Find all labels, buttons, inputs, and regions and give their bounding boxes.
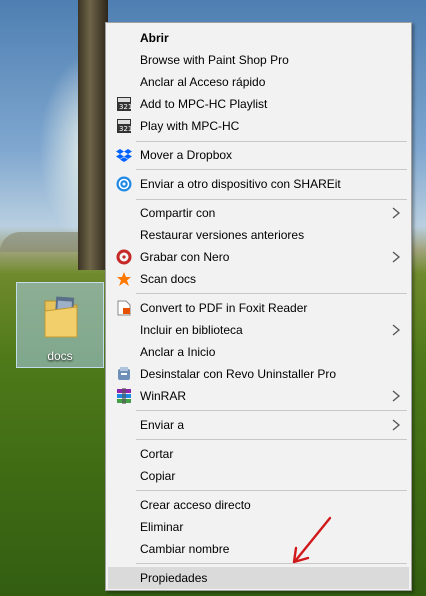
menu-item-scan-docs[interactable]: Scan docs: [108, 268, 409, 290]
menu-item-label: Crear acceso directo: [140, 498, 251, 512]
menu-separator: [136, 439, 407, 440]
menu-separator: [136, 410, 407, 411]
menu-item-compartir-con[interactable]: Compartir con: [108, 202, 409, 224]
menu-item-label: Incluir en biblioteca: [140, 323, 243, 337]
menu-item-label: Convert to PDF in Foxit Reader: [140, 301, 308, 315]
svg-text:321: 321: [119, 103, 132, 111]
folder-label: docs: [47, 349, 73, 363]
menu-item-browse-paint-shop-pro[interactable]: Browse with Paint Shop Pro: [108, 49, 409, 71]
menu-item-label: Anclar a Inicio: [140, 345, 216, 359]
avast-icon: [116, 271, 132, 287]
menu-separator: [136, 490, 407, 491]
mpc-hc-icon: 321: [116, 118, 132, 134]
menu-item-grabar-nero[interactable]: Grabar con Nero: [108, 246, 409, 268]
foxit-icon: [116, 300, 132, 316]
menu-item-enviar-a[interactable]: Enviar a: [108, 414, 409, 436]
menu-item-label: Desinstalar con Revo Uninstaller Pro: [140, 367, 337, 381]
menu-item-propiedades[interactable]: Propiedades: [108, 567, 409, 589]
chevron-right-icon: [392, 419, 401, 431]
menu-item-eliminar[interactable]: Eliminar: [108, 516, 409, 538]
menu-item-play-mpc-hc[interactable]: 321 Play with MPC-HC: [108, 115, 409, 137]
menu-item-convert-pdf-foxit[interactable]: Convert to PDF in Foxit Reader: [108, 297, 409, 319]
menu-item-label: Eliminar: [140, 520, 184, 534]
menu-item-restaurar-versiones[interactable]: Restaurar versiones anteriores: [108, 224, 409, 246]
menu-item-label: Compartir con: [140, 206, 216, 220]
menu-item-label: Anclar al Acceso rápido: [140, 75, 266, 89]
menu-item-crear-acceso-directo[interactable]: Crear acceso directo: [108, 494, 409, 516]
menu-item-label: Abrir: [140, 31, 169, 45]
menu-item-desinstalar-revo[interactable]: Desinstalar con Revo Uninstaller Pro: [108, 363, 409, 385]
svg-text:321: 321: [119, 125, 132, 133]
menu-separator: [136, 199, 407, 200]
mpc-hc-icon: 321: [116, 96, 132, 112]
menu-item-anclar-acceso-rapido[interactable]: Anclar al Acceso rápido: [108, 71, 409, 93]
menu-item-incluir-biblioteca[interactable]: Incluir en biblioteca: [108, 319, 409, 341]
menu-item-mover-dropbox[interactable]: Mover a Dropbox: [108, 144, 409, 166]
menu-item-abrir[interactable]: Abrir: [108, 27, 409, 49]
menu-separator: [136, 141, 407, 142]
menu-item-enviar-shareit[interactable]: Enviar a otro dispositivo con SHAREit: [108, 173, 409, 195]
menu-item-label: Copiar: [140, 469, 176, 483]
dropbox-icon: [116, 147, 132, 163]
shareit-icon: [116, 176, 132, 192]
menu-item-label: WinRAR: [140, 389, 187, 403]
menu-item-label: Propiedades: [140, 571, 208, 585]
menu-item-cortar[interactable]: Cortar: [108, 443, 409, 465]
menu-separator: [136, 293, 407, 294]
chevron-right-icon: [392, 207, 401, 219]
chevron-right-icon: [392, 390, 401, 402]
menu-item-label: Add to MPC-HC Playlist: [140, 97, 268, 111]
annotation-arrow-icon: [292, 516, 332, 564]
chevron-right-icon: [392, 251, 401, 263]
menu-separator: [136, 563, 407, 564]
menu-item-label: Scan docs: [140, 272, 197, 286]
nero-icon: [116, 249, 132, 265]
menu-item-label: Mover a Dropbox: [140, 148, 233, 162]
menu-item-copiar[interactable]: Copiar: [108, 465, 409, 487]
menu-item-winrar[interactable]: WinRAR: [108, 385, 409, 407]
menu-item-label: Enviar a: [140, 418, 185, 432]
menu-item-label: Enviar a otro dispositivo con SHAREit: [140, 177, 341, 191]
context-menu: Abrir Browse with Paint Shop Pro Anclar …: [105, 22, 412, 591]
menu-item-label: Browse with Paint Shop Pro: [140, 53, 289, 67]
background-tree: [78, 0, 108, 270]
menu-separator: [136, 169, 407, 170]
menu-item-label: Restaurar versiones anteriores: [140, 228, 305, 242]
menu-item-cambiar-nombre[interactable]: Cambiar nombre: [108, 538, 409, 560]
chevron-right-icon: [392, 324, 401, 336]
menu-item-label: Play with MPC-HC: [140, 119, 240, 133]
revo-icon: [116, 366, 132, 382]
winrar-icon: [116, 388, 132, 404]
menu-item-add-mpc-hc-playlist[interactable]: 321 Add to MPC-HC Playlist: [108, 93, 409, 115]
menu-item-label: Cambiar nombre: [140, 542, 230, 556]
menu-item-anclar-inicio[interactable]: Anclar a Inicio: [108, 341, 409, 363]
menu-item-label: Cortar: [140, 447, 174, 461]
menu-item-label: Grabar con Nero: [140, 250, 230, 264]
folder-icon: [44, 296, 78, 338]
desktop-folder-docs[interactable]: docs: [16, 282, 104, 368]
